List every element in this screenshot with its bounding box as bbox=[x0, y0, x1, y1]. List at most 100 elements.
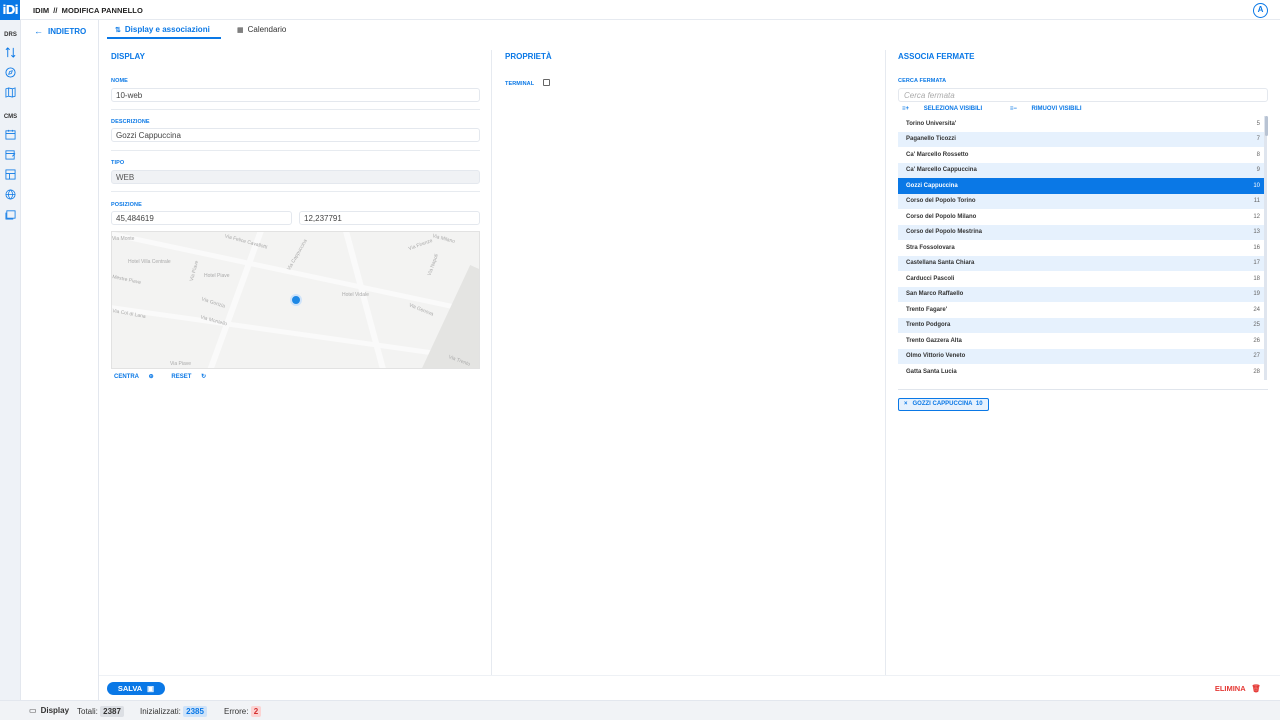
seleziona-label: SELEZIONA VISIBILI bbox=[923, 106, 983, 112]
tipo-label: TIPO bbox=[111, 160, 125, 166]
stop-row[interactable]: Carducci Pascoli 18 bbox=[898, 271, 1264, 287]
status-totali: Totali: 2387 bbox=[77, 706, 124, 717]
stop-name: Corso del Popolo Torino bbox=[906, 198, 976, 205]
list-actions: ≡+ SELEZIONA VISIBILI ≡− RIMUOVI VISIBIL… bbox=[902, 106, 1108, 112]
descrizione-input[interactable]: Gozzi Cappuccina bbox=[111, 128, 480, 142]
map-street-label: Hotel Piave bbox=[204, 273, 230, 279]
map-street-label: Via Firenze bbox=[407, 237, 434, 253]
calendar-edit-icon[interactable] bbox=[5, 149, 16, 160]
rimuovi-visibili-button[interactable]: ≡− RIMUOVI VISIBILI bbox=[1010, 106, 1095, 112]
stop-number: 7 bbox=[1256, 136, 1260, 143]
delete-label: ELIMINA bbox=[1214, 684, 1246, 693]
stop-row[interactable]: Gozzi Cappuccina 10 bbox=[898, 178, 1264, 194]
stop-name: Corso del Popolo Mestrina bbox=[906, 229, 983, 236]
app-logo[interactable]: iDi bbox=[0, 0, 20, 20]
latitude-input[interactable]: 45,484619 bbox=[111, 211, 292, 225]
stop-number: 5 bbox=[1256, 120, 1260, 127]
nome-input[interactable]: 10-web bbox=[111, 88, 480, 102]
reset-button[interactable]: RESET ↻ bbox=[171, 374, 214, 380]
stop-name: Trento Podgora bbox=[906, 322, 951, 329]
stop-row[interactable]: Trento Gazzera Alta 26 bbox=[898, 333, 1264, 349]
stop-number: 17 bbox=[1253, 260, 1260, 267]
stop-number: 12 bbox=[1253, 213, 1260, 220]
terminal-checkbox[interactable] bbox=[543, 79, 550, 86]
breadcrumb-root[interactable]: IDIM bbox=[33, 6, 49, 15]
tab-calendario[interactable]: ▦ Calendario bbox=[237, 25, 286, 34]
map-icon[interactable] bbox=[5, 87, 16, 98]
user-avatar[interactable]: A bbox=[1253, 3, 1268, 18]
stop-row[interactable]: Ca' Marcello Rossetto 8 bbox=[898, 147, 1264, 163]
descrizione-label: DESCRIZIONE bbox=[111, 119, 150, 125]
stop-number: 28 bbox=[1253, 368, 1260, 375]
stop-row[interactable]: Olmo Vittorio Veneto 27 bbox=[898, 348, 1264, 364]
compass-icon[interactable] bbox=[5, 67, 16, 78]
stop-name: Trento Fagare' bbox=[906, 306, 948, 313]
stop-row[interactable]: Torino Universita' 5 bbox=[898, 116, 1264, 132]
centra-button[interactable]: CENTRA ⊕ bbox=[114, 374, 162, 380]
stop-name: San Marco Raffaello bbox=[906, 291, 964, 298]
list-scrollbar[interactable] bbox=[1265, 116, 1268, 136]
map-view[interactable]: Via Felice Cavallotti Via Cappuccina Via… bbox=[111, 231, 480, 369]
stop-name: Carducci Pascoli bbox=[906, 275, 955, 282]
stop-row[interactable]: San Marco Raffaello 19 bbox=[898, 286, 1264, 302]
chip-number: 10 bbox=[975, 401, 983, 407]
stop-name: Gozzi Cappuccina bbox=[906, 182, 958, 189]
stop-row[interactable]: Ca' Marcello Cappuccina 9 bbox=[898, 162, 1264, 178]
terminal-label: TERMINAL bbox=[505, 81, 535, 87]
errore-badge: 2 bbox=[250, 706, 262, 717]
stop-name: Gatta Santa Lucia bbox=[906, 368, 957, 375]
display-location-marker[interactable] bbox=[290, 294, 302, 306]
stop-row[interactable]: Trento Fagare' 24 bbox=[898, 302, 1264, 318]
inizializzati-label: Inizializzati: bbox=[140, 707, 181, 716]
centra-label: CENTRA bbox=[114, 374, 139, 380]
chip-label: GOZZI CAPPUCCINA bbox=[912, 401, 973, 407]
seleziona-visibili-button[interactable]: ≡+ SELEZIONA VISIBILI bbox=[902, 106, 995, 112]
save-button[interactable]: SALVA ▣ bbox=[107, 682, 165, 695]
reset-label: RESET bbox=[171, 374, 192, 380]
rimuovi-label: RIMUOVI VISIBILI bbox=[1031, 106, 1082, 112]
globe-icon[interactable] bbox=[5, 189, 16, 200]
cerca-fermata-label: CERCA FERMATA bbox=[898, 78, 947, 84]
calendar-icon[interactable] bbox=[5, 129, 16, 140]
side-nav: ← INDIETRO bbox=[21, 20, 99, 700]
longitude-input[interactable]: 12,237791 bbox=[299, 211, 480, 225]
map-street-label: Via Piave bbox=[170, 361, 192, 367]
stop-row[interactable]: Corso del Popolo Milano 12 bbox=[898, 209, 1264, 225]
tab-display-associazioni[interactable]: ⇅ Display e associazioni bbox=[115, 25, 210, 34]
tab-label: Calendario bbox=[247, 25, 287, 34]
associa-section-title: ASSOCIA FERMATE bbox=[898, 52, 975, 61]
stop-row[interactable]: Trento Podgora 25 bbox=[898, 317, 1264, 333]
select-all-icon: ≡+ bbox=[902, 106, 910, 112]
stop-number: 25 bbox=[1253, 322, 1260, 329]
stop-row[interactable]: Castellana Santa Chiara 17 bbox=[898, 255, 1264, 271]
totali-badge: 2387 bbox=[100, 706, 124, 717]
selected-stop-chip[interactable]: × GOZZI CAPPUCCINA 10 bbox=[898, 398, 989, 411]
map-street-label: Mestre Piave bbox=[111, 274, 142, 286]
sliders-icon: ⇅ bbox=[115, 27, 121, 34]
chip-close-icon[interactable]: × bbox=[904, 401, 908, 407]
map-street-label: Via Milano bbox=[431, 233, 456, 245]
stop-row[interactable]: Corso del Popolo Torino 11 bbox=[898, 193, 1264, 209]
list-divider bbox=[898, 389, 1268, 390]
map-actions: CENTRA ⊕ RESET ↻ bbox=[114, 373, 222, 380]
gallery-icon[interactable] bbox=[5, 209, 16, 220]
status-display: ▭ Display bbox=[29, 706, 69, 715]
field-divider bbox=[111, 109, 480, 110]
monitor-icon: ▭ bbox=[29, 706, 37, 715]
status-display-label: Display bbox=[40, 706, 70, 715]
stop-list[interactable]: Torino Universita' 5 Paganello Ticozzi 7 Ca'… bbox=[898, 116, 1267, 380]
stop-name: Castellana Santa Chiara bbox=[906, 260, 975, 267]
layout-icon[interactable] bbox=[5, 169, 16, 180]
breadcrumb: IDIM //MODIFICA PANNELLO bbox=[33, 6, 143, 15]
active-tab-indicator bbox=[107, 37, 221, 39]
stop-name: Trento Gazzera Alta bbox=[906, 337, 962, 344]
stop-row[interactable]: Gatta Santa Lucia 28 bbox=[898, 364, 1264, 380]
back-button[interactable]: ← INDIETRO bbox=[34, 26, 86, 36]
stop-row[interactable]: Corso del Popolo Mestrina 13 bbox=[898, 224, 1264, 240]
stop-row[interactable]: Stra Fossolovara 16 bbox=[898, 240, 1264, 256]
cerca-fermata-input[interactable]: Cerca fermata bbox=[898, 88, 1268, 102]
stop-row[interactable]: Paganello Ticozzi 7 bbox=[898, 131, 1264, 147]
transfer-icon[interactable] bbox=[5, 47, 16, 58]
stop-number: 9 bbox=[1256, 167, 1260, 174]
delete-button[interactable]: ELIMINA 🗑 bbox=[1215, 684, 1261, 693]
